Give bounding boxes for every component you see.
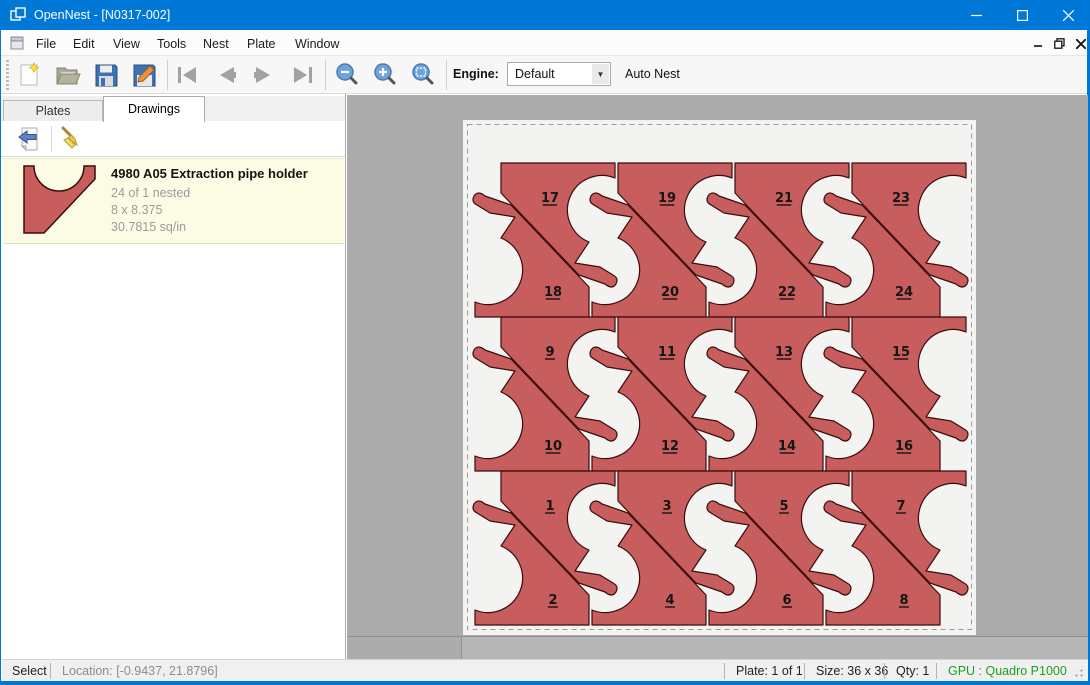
drawing-nested-count: 24 of 1 nested bbox=[111, 186, 190, 200]
drawing-area: 30.7815 sq/in bbox=[111, 220, 186, 234]
toolbar-separator bbox=[51, 126, 52, 152]
mdi-child-icon[interactable] bbox=[10, 36, 24, 50]
auto-nest-button[interactable]: Auto Nest bbox=[625, 67, 680, 81]
save-as-icon[interactable] bbox=[129, 59, 159, 91]
status-separator bbox=[936, 663, 937, 679]
part-number[interactable]: 11 bbox=[658, 345, 676, 360]
status-mode: Select bbox=[12, 664, 47, 678]
status-qty: Qty: 1 bbox=[896, 664, 929, 678]
engine-label: Engine: bbox=[453, 67, 499, 81]
status-separator bbox=[884, 663, 885, 679]
horizontal-scrollbar[interactable] bbox=[347, 637, 1088, 659]
part-number[interactable]: 16 bbox=[895, 439, 913, 454]
clean-broom-icon[interactable] bbox=[57, 125, 85, 153]
status-location: Location: [-0.9437, 21.8796] bbox=[62, 664, 218, 678]
zoom-extents-icon[interactable] bbox=[408, 59, 438, 91]
scrollbar-thumb[interactable] bbox=[461, 637, 1088, 659]
drawings-toolbar bbox=[1, 121, 345, 157]
zoom-in-icon[interactable] bbox=[370, 59, 400, 91]
part-number[interactable]: 24 bbox=[895, 285, 913, 300]
status-size: Size: 36 x 36 bbox=[816, 664, 888, 678]
toolbar-grip[interactable] bbox=[6, 60, 9, 90]
part-number[interactable]: 17 bbox=[541, 191, 559, 206]
drawing-list-item[interactable]: 4980 A05 Extraction pipe holder 24 of 1 … bbox=[3, 158, 344, 244]
app-window: OpenNest - [N0317-002] File Edit View To… bbox=[0, 0, 1090, 685]
drawing-title: 4980 A05 Extraction pipe holder bbox=[111, 166, 308, 181]
menu-window[interactable]: Window bbox=[289, 35, 345, 53]
minimize-button[interactable] bbox=[953, 0, 999, 30]
toolbar-separator bbox=[325, 60, 326, 90]
mdi-restore-button[interactable] bbox=[1050, 36, 1068, 51]
part-number[interactable]: 4 bbox=[665, 593, 674, 608]
menu-nest[interactable]: Nest bbox=[197, 35, 235, 53]
chevron-down-icon[interactable]: ▼ bbox=[592, 64, 609, 84]
part-number[interactable]: 18 bbox=[544, 285, 562, 300]
part-number[interactable]: 9 bbox=[545, 345, 554, 360]
mdi-minimize-button[interactable] bbox=[1029, 36, 1047, 51]
save-icon[interactable] bbox=[91, 59, 121, 91]
window-title: OpenNest - [N0317-002] bbox=[34, 8, 170, 22]
part-number[interactable]: 5 bbox=[779, 499, 788, 514]
title-bar: OpenNest - [N0317-002] bbox=[1, 0, 1087, 30]
status-separator bbox=[50, 663, 51, 679]
app-icon bbox=[10, 7, 26, 23]
status-bar: Select Location: [-0.9437, 21.8796] Plat… bbox=[2, 659, 1088, 681]
tab-plates[interactable]: Plates bbox=[3, 100, 103, 121]
menu-plate[interactable]: Plate bbox=[241, 35, 282, 53]
part-number[interactable]: 14 bbox=[778, 439, 796, 454]
part-number[interactable]: 13 bbox=[775, 345, 793, 360]
drawing-size: 8 x 8.375 bbox=[111, 203, 162, 217]
mdi-close-button[interactable] bbox=[1072, 36, 1090, 51]
part-number[interactable]: 15 bbox=[892, 345, 910, 360]
part-number[interactable]: 10 bbox=[544, 439, 562, 454]
toolbar-separator bbox=[446, 60, 447, 90]
menu-bar: File Edit View Tools Nest Plate Window bbox=[1, 30, 1087, 56]
main-toolbar: Engine: Default ▼ Auto Nest bbox=[1, 56, 1087, 94]
go-previous-icon[interactable] bbox=[211, 59, 241, 91]
engine-selected-value: Default bbox=[515, 67, 555, 81]
go-first-icon[interactable] bbox=[173, 59, 203, 91]
part-number[interactable]: 19 bbox=[658, 191, 676, 206]
left-panel: Plates Drawings bbox=[1, 94, 346, 660]
part-number[interactable]: 8 bbox=[899, 593, 908, 608]
menu-view[interactable]: View bbox=[107, 35, 146, 53]
menu-edit[interactable]: Edit bbox=[67, 35, 101, 53]
menu-tools[interactable]: Tools bbox=[151, 35, 192, 53]
part-number[interactable]: 22 bbox=[778, 285, 796, 300]
engine-select[interactable]: Default ▼ bbox=[507, 62, 611, 86]
maximize-button[interactable] bbox=[999, 0, 1045, 30]
status-separator bbox=[724, 663, 725, 679]
part-number[interactable]: 23 bbox=[892, 191, 910, 206]
part-number[interactable]: 12 bbox=[661, 439, 679, 454]
part-number[interactable]: 3 bbox=[662, 499, 671, 514]
menu-file[interactable]: File bbox=[30, 35, 62, 53]
status-plate: Plate: 1 of 1 bbox=[736, 664, 803, 678]
part-number[interactable]: 20 bbox=[661, 285, 679, 300]
status-gpu: GPU : Quadro P1000 bbox=[948, 664, 1067, 678]
nest-canvas[interactable]: 171921231820222491113151012141613572468 bbox=[347, 95, 1088, 636]
zoom-out-icon[interactable] bbox=[332, 59, 362, 91]
part-number[interactable]: 7 bbox=[896, 499, 905, 514]
import-drawing-icon[interactable] bbox=[15, 125, 43, 153]
part-number[interactable]: 1 bbox=[545, 499, 554, 514]
plate-view: 171921231820222491113151012141613572468 bbox=[347, 95, 1088, 636]
part-number[interactable]: 21 bbox=[775, 191, 793, 206]
new-file-icon[interactable] bbox=[15, 59, 45, 91]
go-last-icon[interactable] bbox=[287, 59, 317, 91]
part-number[interactable]: 2 bbox=[548, 593, 557, 608]
part-number[interactable]: 6 bbox=[782, 593, 791, 608]
open-file-icon[interactable] bbox=[53, 59, 83, 91]
part-thumbnail bbox=[23, 164, 97, 238]
tab-drawings[interactable]: Drawings bbox=[103, 96, 205, 122]
resize-grip[interactable] bbox=[1070, 664, 1084, 678]
go-next-icon[interactable] bbox=[249, 59, 279, 91]
tab-strip: Plates Drawings bbox=[1, 96, 345, 121]
window-border bbox=[1, 681, 1090, 685]
toolbar-separator bbox=[167, 60, 168, 90]
status-separator bbox=[804, 663, 805, 679]
close-button[interactable] bbox=[1045, 0, 1090, 30]
